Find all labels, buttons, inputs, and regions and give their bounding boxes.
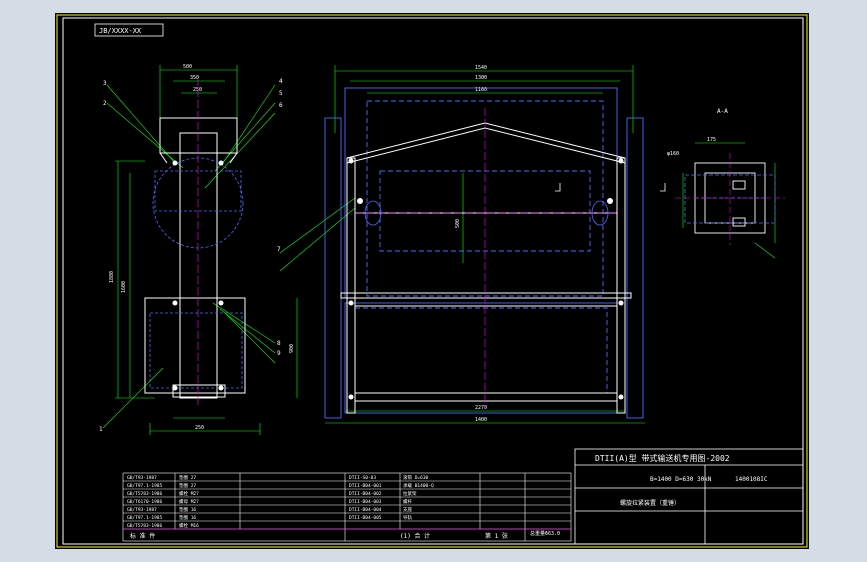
code-tag: JB/XXXX-XX xyxy=(99,27,142,35)
callout-5: 5 xyxy=(279,90,283,97)
parts-left-name: 螺栓 M27 xyxy=(179,490,199,497)
cad-drawing: JB/XXXX-XX 3 2 1 4 5 6 8 9 500 350 250 2… xyxy=(56,14,808,548)
dim-front-center: 500 xyxy=(455,219,461,228)
parts-mid-name: 螺杆 xyxy=(403,498,412,505)
drawing-number: 1400108IC xyxy=(735,476,768,483)
dim-bottom-2: 1400 xyxy=(475,417,487,423)
footer-left: 标 准 件 xyxy=(130,532,155,540)
section-view: A-A 175 φ160 xyxy=(667,108,785,259)
parts-left-code: GB/T97.1-1985 xyxy=(127,483,163,489)
callout-8: 8 xyxy=(277,340,281,347)
parts-left-code: GB/T6170-1986 xyxy=(127,499,163,505)
callout-4: 4 xyxy=(279,78,283,85)
parts-left-name: 垫圈 16 xyxy=(179,506,196,513)
side-view: 3 2 1 4 5 6 8 9 500 350 250 250 1880 160… xyxy=(99,64,283,435)
parts-left-name: 垫圈 27 xyxy=(179,482,196,489)
parts-left-name: 螺母 M27 xyxy=(179,498,199,505)
parts-mid-code: DTII-B04-004 xyxy=(349,507,382,513)
spec-text: B=1400 D=630 30kN xyxy=(650,476,712,483)
dim-side-3: 250 xyxy=(193,87,202,93)
dim-side-1: 500 xyxy=(183,64,192,70)
callout-1: 1 xyxy=(99,426,103,433)
parts-left-code: GB/T93-1987 xyxy=(127,475,157,481)
parts-left-name: 垫圈 16 xyxy=(179,514,196,521)
cad-viewport[interactable]: JB/XXXX-XX 3 2 1 4 5 6 8 9 500 350 250 2… xyxy=(55,13,809,549)
dim-top-2: 1300 xyxy=(475,75,487,81)
part-name: 螺旋拉紧装置（重锤） xyxy=(620,499,680,507)
callout-6: 6 xyxy=(279,102,283,109)
dim-top-1: 1540 xyxy=(475,65,487,71)
footer-right: 第 1 张 xyxy=(485,532,508,540)
front-view: 1540 1300 1160 2270 1400 900 500 7 xyxy=(277,65,666,424)
section-label: A-A xyxy=(717,108,728,115)
parts-mid-name: 承载 B1400-Q xyxy=(403,482,434,489)
dim-section-1: 175 xyxy=(707,137,716,143)
weight-value: 663.0 xyxy=(545,531,560,537)
parts-mid-code: DTII-B04-005 xyxy=(349,515,382,521)
callout-7: 7 xyxy=(277,246,281,253)
dim-side-height-2: 1600 xyxy=(121,281,127,293)
parts-mid-name: 支座 xyxy=(403,506,412,513)
parts-left-code: GB/T93-1987 xyxy=(127,507,157,513)
parts-left-name: 垫圈 27 xyxy=(179,474,196,481)
parts-left-code: GB/T5783-1986 xyxy=(127,523,163,529)
parts-mid-name: 拉紧架 xyxy=(403,490,417,497)
title-block: DTII(A)型 带式输送机专用图-2002 B=1400 D=630 30kN… xyxy=(574,448,804,545)
callout-2: 2 xyxy=(103,100,107,107)
title-line: DTII(A)型 带式输送机专用图-2002 xyxy=(595,453,730,463)
footer-mid: (1) 合 计 xyxy=(400,532,430,540)
parts-mid-name: 滚筒 D=630 xyxy=(403,474,429,481)
dim-side-height: 1880 xyxy=(109,271,115,283)
dim-side-2: 350 xyxy=(190,75,199,81)
parts-mid-code: DTII-B04-003 xyxy=(349,499,382,505)
parts-mid-name: 导轨 xyxy=(403,514,412,521)
parts-table: GB/T93-1987 GB/T97.1-1985 GB/T5783-1986 GB/… xyxy=(122,472,572,542)
callout-9: 9 xyxy=(277,350,281,357)
dim-section-2: φ160 xyxy=(667,151,679,157)
callout-3: 3 xyxy=(103,80,107,87)
parts-mid-code: DTII-B04-002 xyxy=(349,491,382,497)
parts-mid-code: DTII-S0-03 xyxy=(349,475,376,481)
parts-left-code: GB/T97.1-1985 xyxy=(127,515,163,521)
parts-left-code: GB/T5783-1986 xyxy=(127,491,163,497)
dim-side-bottom: 250 xyxy=(195,425,204,431)
parts-mid-code: DTII-B04-001 xyxy=(349,483,382,489)
parts-left-name: 螺栓 M16 xyxy=(179,522,199,529)
dim-front-side: 900 xyxy=(289,344,295,353)
